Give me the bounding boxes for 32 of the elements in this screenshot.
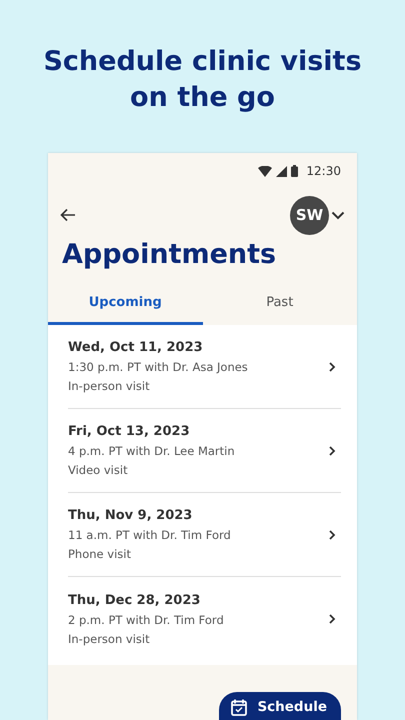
visit-type: Video visit <box>68 463 128 477</box>
tab[interactable]: Past <box>202 285 357 325</box>
appointment-time: 2 p.m. PT with Dr. Tim Ford <box>68 612 224 626</box>
back-arrow-icon[interactable] <box>60 208 76 222</box>
avatar[interactable]: SW <box>290 196 329 234</box>
appointment-row[interactable]: Thu, Dec 28, 2023 2 p.m. PT with Dr. Tim Ford In-person visit <box>68 577 341 661</box>
appointment-date: Thu, Dec 28, 2023 <box>68 592 200 608</box>
headline: Schedule clinic visits on the go <box>42 45 363 115</box>
appointment-time: 11 a.m. PT with Dr. Tim Ford <box>68 528 231 542</box>
visit-type: In-person visit <box>68 632 150 646</box>
visit-type: Phone visit <box>68 547 131 561</box>
schedule-button[interactable]: Schedule <box>219 692 341 720</box>
chevron-down-icon[interactable] <box>331 210 345 220</box>
wifi-icon <box>258 166 272 176</box>
chevron-right-icon <box>327 613 337 625</box>
signal-icon <box>276 166 288 176</box>
appointment-row[interactable]: Thu, Nov 9, 2023 11 a.m. PT with Dr. Tim Ford Phone visit <box>68 493 341 577</box>
appointment-date: Fri, Oct 13, 2023 <box>68 424 190 439</box>
status-time: 12:30 <box>306 164 341 178</box>
chevron-right-icon <box>327 444 337 456</box>
calendar-icon <box>231 698 248 716</box>
appointment-date: Wed, Oct 11, 2023 <box>68 340 203 355</box>
battery-icon <box>291 165 298 177</box>
chevron-right-icon <box>327 360 337 372</box>
visit-type: In-person visit <box>68 379 150 393</box>
page-title: Appointments <box>62 238 278 272</box>
appointment-time: 1:30 p.m. PT with Dr. Asa Jones <box>68 360 248 374</box>
appointment-date: Thu, Nov 9, 2023 <box>68 508 192 523</box>
appointment-row[interactable]: Wed, Oct 11, 2023 1:30 p.m. PT with Dr. Asa Jones In-person visit <box>68 325 341 409</box>
appointment-time: 4 p.m. PT with Dr. Lee Martin <box>68 444 235 458</box>
appointment-row[interactable]: Fri, Oct 13, 2023 4 p.m. PT with Dr. Lee Martin Video visit <box>68 409 341 493</box>
chevron-right-icon <box>327 528 337 540</box>
